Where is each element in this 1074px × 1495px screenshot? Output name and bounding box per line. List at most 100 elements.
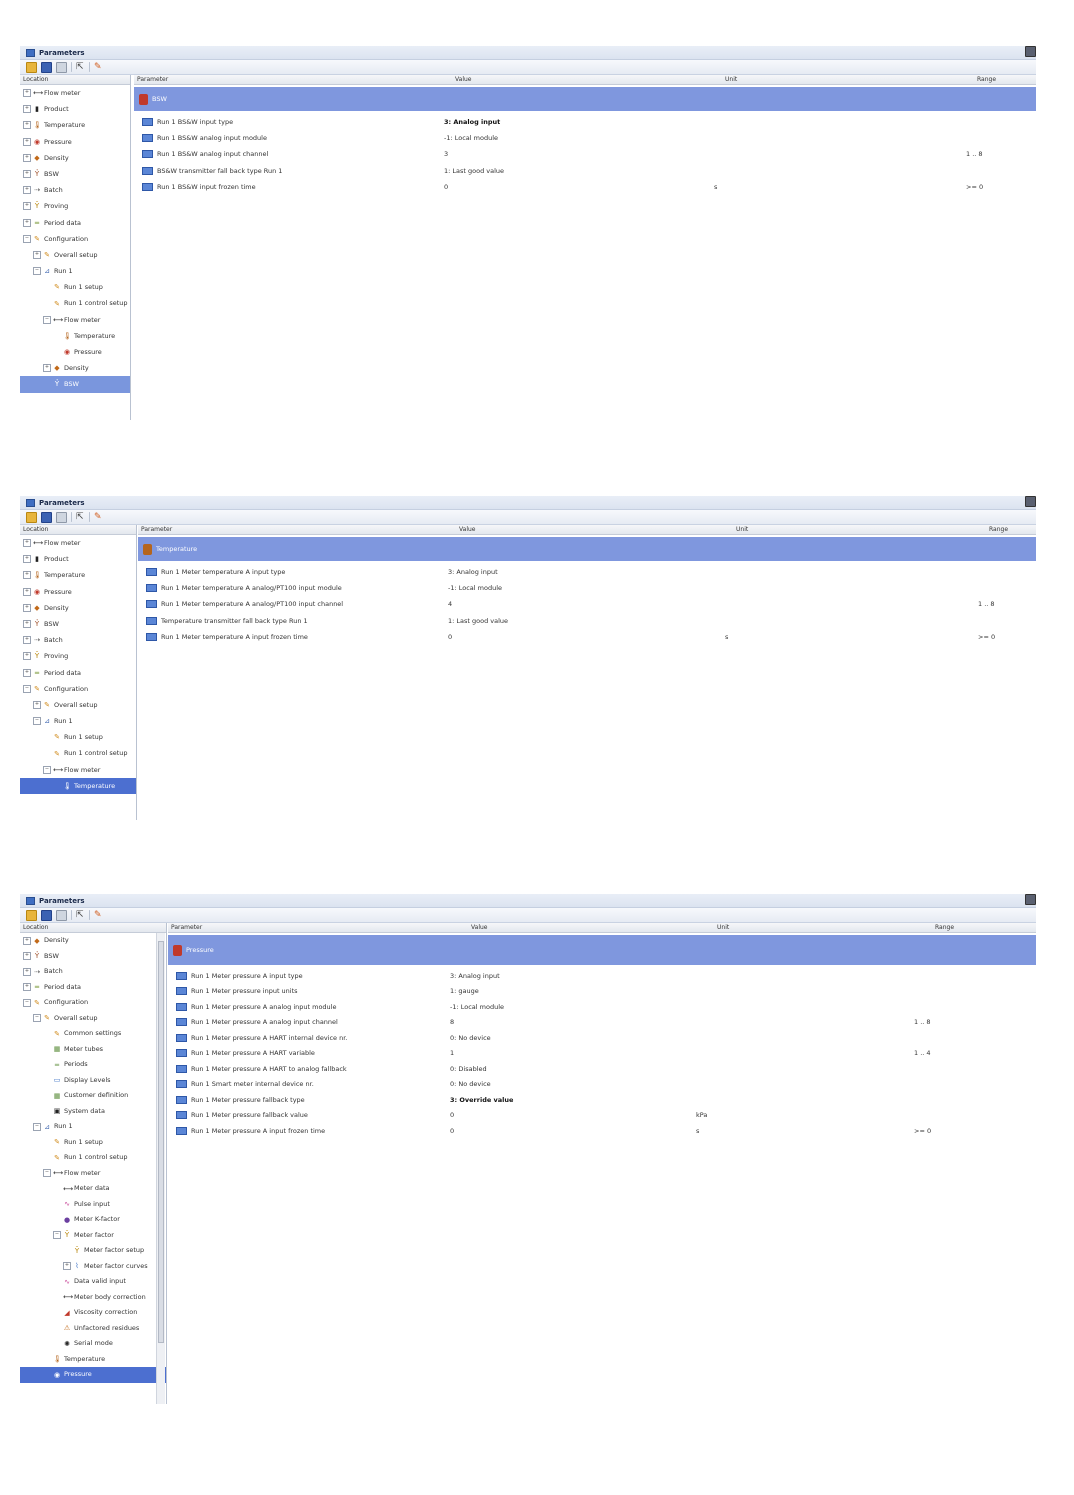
tree-item[interactable]: + Ỹ Proving — [20, 198, 130, 214]
tree-item[interactable]: + ◆ Density — [20, 150, 130, 166]
column-header-parameter[interactable]: Parameter — [171, 923, 471, 932]
tree-item[interactable]: 🌡 Temperature — [20, 1352, 166, 1368]
wrench-icon[interactable]: ✎ — [94, 62, 103, 72]
tree-item[interactable]: + Ỷ BSW — [20, 616, 136, 632]
tree-item[interactable]: − ⟷ Flow meter — [20, 762, 136, 778]
expand-toggle-icon[interactable]: + — [23, 121, 31, 130]
expand-toggle-icon[interactable]: + — [23, 105, 31, 114]
parameter-row[interactable]: Run 1 Smart meter internal device nr. 0: … — [168, 1077, 1036, 1093]
tree-item[interactable]: + 🌡 Temperature — [20, 117, 130, 133]
collapse-toggle-icon[interactable]: − — [23, 234, 31, 243]
collapse-toggle-icon[interactable]: − — [43, 765, 51, 774]
column-header-value[interactable]: Value — [455, 75, 725, 84]
expand-toggle-icon[interactable]: + — [23, 668, 31, 677]
tree-item[interactable]: − ✎ Configuration — [20, 681, 136, 697]
tree-item[interactable]: ✎ Run 1 setup — [20, 1135, 166, 1151]
column-header-range[interactable]: Range — [977, 75, 996, 84]
tree-item[interactable]: Ỷ BSW — [20, 376, 130, 393]
expand-toggle-icon[interactable]: + — [23, 555, 31, 564]
parameter-row[interactable]: Run 1 Meter pressure A analog input chan… — [168, 1015, 1036, 1031]
tree-item[interactable]: − ⟷ Flow meter — [20, 312, 130, 328]
expand-toggle-icon[interactable]: + — [23, 202, 31, 211]
value-cell[interactable]: 4 — [448, 600, 725, 608]
parameter-row[interactable]: Run 1 Meter temperature A input type 3: A… — [138, 564, 1036, 580]
parameter-row[interactable]: Run 1 Meter pressure fallback type 3: Ove… — [168, 1092, 1036, 1108]
tree-item[interactable]: ✎ Run 1 setup — [20, 729, 136, 745]
tree-item[interactable]: ∿ Pulse input — [20, 1197, 166, 1213]
tree-item[interactable]: + ⇢ Batch — [20, 632, 136, 648]
tree-item[interactable]: + Ỷ BSW — [20, 166, 130, 182]
value-cell[interactable]: -1: Local module — [450, 1003, 696, 1011]
print-icon[interactable] — [56, 61, 67, 73]
value-cell[interactable]: -1: Local module — [444, 134, 714, 142]
tree-item[interactable]: + Ỷ BSW — [20, 949, 166, 965]
tree-item[interactable]: + 🌡 Temperature — [20, 567, 136, 583]
expand-toggle-icon[interactable]: + — [23, 137, 31, 146]
collapse-toggle-icon[interactable]: − — [33, 1014, 41, 1023]
column-header-value[interactable]: Value — [471, 923, 717, 932]
cursor-icon[interactable]: ⇱ — [76, 512, 85, 522]
tree-item[interactable]: ⟷ Meter data — [20, 1181, 166, 1197]
tree-item[interactable]: ✺ Serial mode — [20, 1336, 166, 1352]
value-cell[interactable]: 0: No device — [450, 1034, 696, 1042]
tree-item[interactable]: + ✎ Overall setup — [20, 697, 136, 713]
expand-toggle-icon[interactable]: + — [23, 186, 31, 195]
tree-item[interactable]: + ◆ Density — [20, 360, 130, 376]
tree-item[interactable]: + ◆ Density — [20, 600, 136, 616]
open-folder-icon[interactable] — [26, 511, 37, 523]
value-cell[interactable]: 0 — [444, 183, 714, 191]
column-header-range[interactable]: Range — [989, 525, 1008, 534]
grid-icon[interactable] — [1025, 496, 1036, 507]
tree-item[interactable]: ▦ Customer definition — [20, 1088, 166, 1104]
tree-item[interactable]: ✎ Run 1 control setup — [20, 295, 130, 311]
expand-toggle-icon[interactable]: + — [23, 218, 31, 227]
tree-item[interactable]: + ⟷ Flow meter — [20, 535, 136, 551]
expand-toggle-icon[interactable]: + — [23, 539, 31, 548]
tree-item[interactable]: − ✎ Configuration — [20, 995, 166, 1011]
expand-toggle-icon[interactable]: + — [33, 250, 41, 259]
column-header-unit[interactable]: Unit — [717, 923, 935, 932]
column-header-range[interactable]: Range — [935, 923, 954, 932]
expand-toggle-icon[interactable]: + — [23, 603, 31, 612]
parameter-row[interactable]: Run 1 Meter temperature A analog/PT100 i… — [138, 580, 1036, 596]
collapse-toggle-icon[interactable]: − — [33, 717, 41, 726]
save-icon[interactable] — [41, 511, 52, 523]
tree-item[interactable]: − ⟷ Flow meter — [20, 1166, 166, 1182]
tree-item[interactable]: + ═ Period data — [20, 980, 166, 996]
expand-toggle-icon[interactable]: + — [23, 89, 31, 98]
grid-icon[interactable] — [1025, 46, 1036, 57]
group-header-row[interactable]: Temperature — [138, 537, 1036, 561]
value-cell[interactable]: 3: Analog input — [444, 118, 714, 126]
collapse-toggle-icon[interactable]: − — [33, 1122, 41, 1131]
expand-toggle-icon[interactable]: + — [23, 571, 31, 580]
tree-item[interactable]: + ═ Period data — [20, 215, 130, 231]
tree-item[interactable]: ✎ Run 1 control setup — [20, 1150, 166, 1166]
tree-item[interactable]: − ✎ Overall setup — [20, 1011, 166, 1027]
scrollbar-thumb[interactable] — [158, 941, 164, 1343]
tree-item[interactable]: ∿ Data valid input — [20, 1274, 166, 1290]
open-folder-icon[interactable] — [26, 909, 37, 921]
parameter-row[interactable]: Run 1 Meter pressure A HART to analog fa… — [168, 1061, 1036, 1077]
print-icon[interactable] — [56, 511, 67, 523]
tree-item[interactable]: − ✎ Configuration — [20, 231, 130, 247]
parameter-row[interactable]: Run 1 BS&W analog input channel 3 1 .. 8 — [134, 146, 1036, 162]
expand-toggle-icon[interactable]: + — [33, 700, 41, 709]
tree-item[interactable]: ⚠ Unfactored residues — [20, 1321, 166, 1337]
wrench-icon[interactable]: ✎ — [94, 910, 103, 920]
value-cell[interactable]: 0: No device — [450, 1080, 696, 1088]
expand-toggle-icon[interactable]: + — [23, 652, 31, 661]
expand-toggle-icon[interactable]: + — [23, 983, 31, 992]
parameter-row[interactable]: Run 1 BS&W input frozen time 0 s >= 0 — [134, 179, 1036, 195]
value-cell[interactable]: 3 — [444, 150, 714, 158]
collapse-toggle-icon[interactable]: − — [23, 998, 31, 1007]
value-cell[interactable]: 0: Disabled — [450, 1065, 696, 1073]
cursor-icon[interactable]: ⇱ — [76, 62, 85, 72]
expand-toggle-icon[interactable]: + — [23, 952, 31, 961]
tree-item[interactable]: + ═ Period data — [20, 665, 136, 681]
collapse-toggle-icon[interactable]: − — [33, 267, 41, 276]
tree-item[interactable]: ▭ Display Levels — [20, 1073, 166, 1089]
expand-toggle-icon[interactable]: + — [23, 620, 31, 629]
tree-item[interactable]: ● Meter K-factor — [20, 1212, 166, 1228]
value-cell[interactable]: 1: Last good value — [444, 167, 714, 175]
tree-item[interactable]: − ⊿ Run 1 — [20, 263, 130, 279]
